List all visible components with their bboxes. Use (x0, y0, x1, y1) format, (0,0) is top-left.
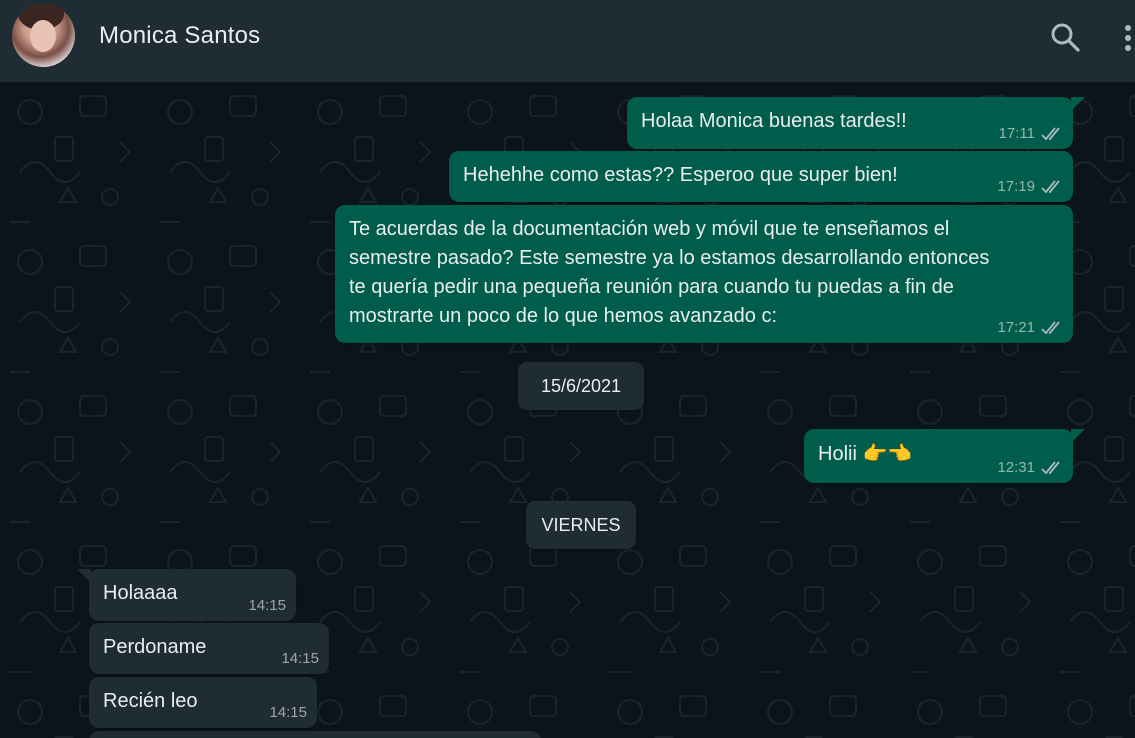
double-check-icon (1041, 126, 1060, 140)
message-bubble-outgoing[interactable]: Holii 👉👈 12:31 (804, 429, 1085, 483)
contact-avatar[interactable] (12, 4, 75, 67)
message-time: 17:21 (997, 319, 1035, 336)
message-meta: 14:15 (248, 591, 286, 620)
message-time: 12:31 (997, 459, 1035, 476)
double-check-icon (1041, 320, 1060, 334)
message-bubble-incoming[interactable]: Holaaaa 14:15 (77, 569, 296, 621)
double-check-icon (1041, 179, 1060, 193)
message-text-line: te quería pedir una pequeña reunión para… (349, 276, 954, 298)
message-text-line: semestre pasado? Este semestre ya lo est… (349, 247, 990, 269)
message-time: 17:11 (998, 125, 1035, 142)
message-text: Hehehhe como estas?? Esperoo que super b… (463, 164, 898, 186)
message-meta: 14:15 (281, 644, 319, 673)
message-time: 14:15 (269, 704, 307, 721)
message-meta: 14:15 (269, 698, 307, 727)
bubble-tail (77, 569, 91, 583)
message-text-line: mostrarte un poco de lo que hemos avanza… (349, 305, 778, 327)
message-bubble-outgoing[interactable]: Te acuerdas de la documentación web y mó… (335, 205, 1073, 343)
message-text-word: Holii (818, 443, 857, 465)
contact-name[interactable]: Monica Santos (99, 22, 260, 50)
message-meta: 12:31 (997, 453, 1063, 482)
message-time: 14:15 (248, 597, 286, 614)
message-text-line: Te acuerdas de la documentación web y mó… (349, 218, 950, 240)
message-text: Holaa Monica buenas tardes!! (641, 110, 907, 132)
message-bubble-outgoing[interactable]: Hehehhe como estas?? Esperoo que super b… (449, 151, 1073, 202)
message-bubble-incoming-partial[interactable] (89, 731, 541, 738)
message-time: 14:15 (281, 650, 319, 667)
message-meta: 17:19 (997, 172, 1063, 201)
message-bubble-incoming[interactable]: Recién leo 14:15 (89, 677, 317, 728)
message-meta: 17:21 (997, 313, 1063, 342)
more-vertical-icon[interactable] (1112, 18, 1135, 58)
chat-header: Monica Santos (0, 0, 1135, 82)
message-meta: 17:11 (999, 119, 1063, 148)
message-text: Holaaaa (103, 582, 178, 604)
date-separator: VIERNES (526, 501, 636, 549)
date-separator: 15/6/2021 (518, 362, 644, 410)
bubble-tail (1071, 97, 1085, 111)
message-time: 17:19 (997, 178, 1035, 195)
message-text: Holii 👉👈 (818, 439, 912, 469)
double-check-icon (1041, 460, 1060, 474)
message-list[interactable]: Holaa Monica buenas tardes!! 17:11 Heheh… (0, 82, 1135, 738)
search-icon[interactable] (1046, 18, 1086, 58)
message-bubble-incoming[interactable]: Perdoname 14:15 (89, 623, 329, 674)
message-text: Recién leo (103, 690, 198, 712)
message-text: Perdoname (103, 636, 207, 658)
chat-window: Monica Santos Holaa Monica buenas tardes… (0, 0, 1135, 738)
bubble-tail (1071, 429, 1085, 443)
message-bubble-outgoing[interactable]: Holaa Monica buenas tardes!! 17:11 (627, 97, 1085, 149)
avatar-face (30, 20, 56, 52)
pointing-fingers-emoji: 👉👈 (862, 441, 913, 465)
